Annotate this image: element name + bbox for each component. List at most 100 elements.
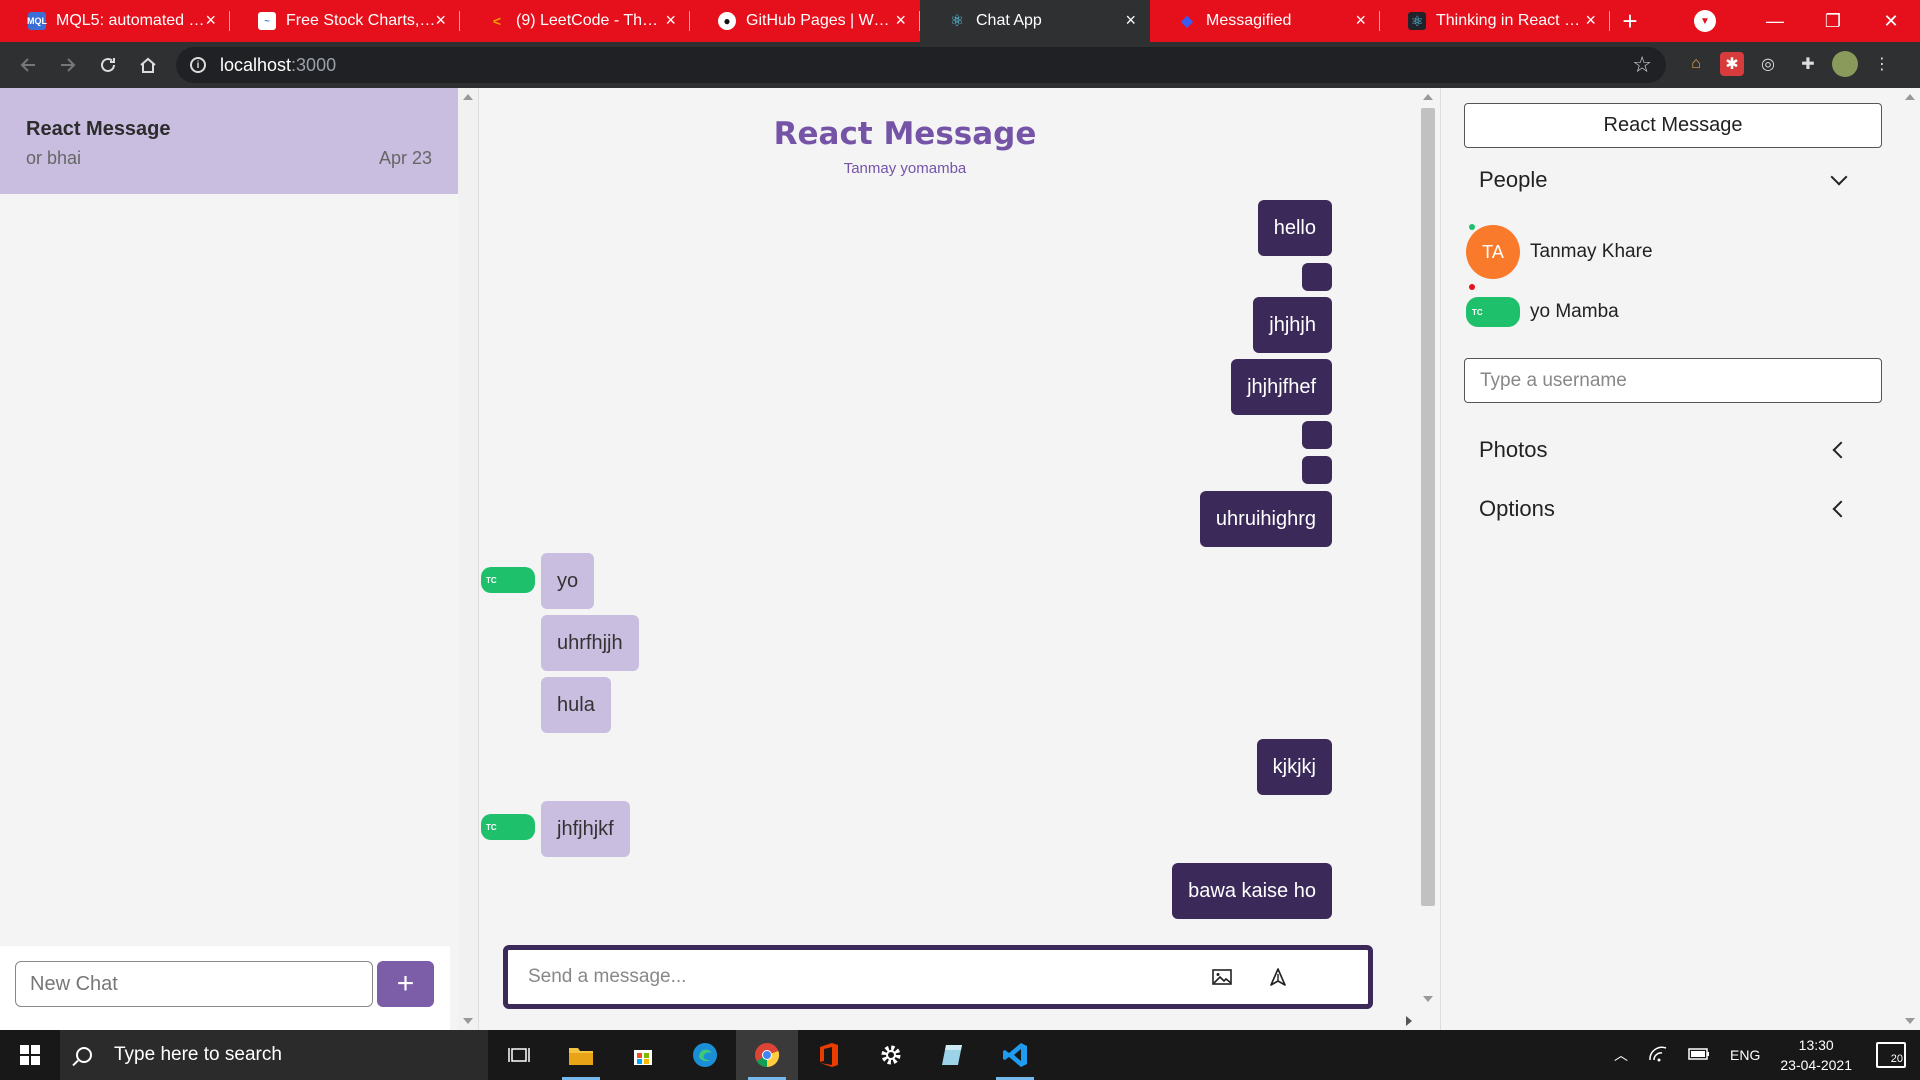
tab-stock-charts[interactable]: ~ Free Stock Charts, Stock Quotes ×	[230, 0, 460, 42]
message-bubble-mine: jhjhjfhef	[1231, 359, 1332, 415]
tab-leetcode[interactable]: < (9) LeetCode - The World's Leading ×	[460, 0, 690, 42]
chevron-up-icon[interactable]: ︿	[1614, 1045, 1628, 1065]
react-favicon-icon: ⚛	[1408, 12, 1426, 30]
chevron-left-icon[interactable]	[1832, 441, 1850, 459]
message-form	[503, 945, 1373, 1009]
office-icon[interactable]	[798, 1030, 860, 1080]
new-chat-input[interactable]	[15, 961, 373, 1007]
tab-github-pages[interactable]: ● GitHub Pages | Websites ×	[690, 0, 920, 42]
react-favicon-icon: ⚛	[949, 13, 965, 30]
message-bubble-mine: hello	[1257, 200, 1332, 256]
settings-scrollbar[interactable]	[1900, 88, 1920, 1030]
scroll-down-icon[interactable]	[463, 1018, 473, 1024]
vscode-icon[interactable]	[984, 1030, 1046, 1080]
clock[interactable]: 13:30 23-04-2021	[1780, 1035, 1852, 1075]
tab-messagified[interactable]: ◆ Messagified ×	[1150, 0, 1380, 42]
github-favicon-icon: ●	[718, 12, 736, 30]
chat-feed-scrollbar[interactable]	[1417, 88, 1439, 1030]
puzzle-extensions-icon[interactable]: ✚	[1792, 48, 1824, 80]
scroll-down-icon[interactable]	[1423, 996, 1433, 1002]
windows-start-icon[interactable]	[0, 1030, 60, 1080]
close-icon[interactable]: ×	[435, 11, 446, 29]
restore-icon[interactable]: ❐	[1804, 11, 1862, 32]
send-icon[interactable]	[1264, 963, 1292, 991]
settings-gear-icon[interactable]	[860, 1030, 922, 1080]
tab-separator	[1609, 11, 1610, 31]
task-view-icon[interactable]	[488, 1030, 550, 1080]
target-extension-icon[interactable]: ◎	[1752, 48, 1784, 80]
message-bubble-mine: kjkjkj	[1256, 739, 1332, 795]
scroll-up-icon[interactable]	[1423, 94, 1433, 100]
kebab-menu-icon[interactable]: ⋮	[1866, 48, 1898, 80]
scrollbar-thumb[interactable]	[1421, 108, 1435, 906]
url-text: localhost:3000	[220, 55, 336, 76]
tab-search-icon[interactable]: ▼	[1694, 10, 1716, 32]
home-icon[interactable]	[128, 45, 168, 85]
file-explorer-icon[interactable]	[550, 1030, 612, 1080]
wifi-icon[interactable]	[1648, 1046, 1668, 1065]
clock-date: 23-04-2021	[1780, 1057, 1852, 1073]
reload-icon[interactable]	[88, 45, 128, 85]
image-upload-icon[interactable]	[1208, 963, 1236, 991]
new-chat-form: +	[0, 946, 450, 1030]
taskbar-search[interactable]: Type here to search	[60, 1030, 488, 1080]
chat-card[interactable]: React Message or bhai Apr 23	[0, 88, 458, 194]
people-section-header[interactable]: People	[1479, 160, 1851, 200]
system-tray: ︿ ENG 13:30 23-04-2021 20	[1614, 1030, 1920, 1080]
message-bubble-mine	[1302, 263, 1332, 291]
person-row[interactable]: TC yo Mamba	[1466, 284, 1619, 340]
chat-settings-title[interactable]: React Message	[1464, 103, 1882, 148]
notification-center-icon[interactable]: 20	[1876, 1042, 1906, 1068]
chevron-down-icon[interactable]	[1830, 168, 1848, 186]
browser-tab-bar: MQL MQL5: automated forex trading × ~ Fr…	[0, 0, 1920, 42]
close-icon[interactable]: ×	[205, 11, 216, 29]
options-label: Options	[1479, 496, 1555, 521]
info-icon[interactable]: i	[190, 57, 206, 73]
sticky-app-icon[interactable]	[922, 1030, 984, 1080]
new-tab-button[interactable]: +	[1610, 0, 1650, 42]
close-icon[interactable]: ×	[895, 11, 906, 29]
edge-icon[interactable]	[674, 1030, 736, 1080]
scroll-up-icon[interactable]	[1905, 94, 1915, 100]
message-bubble-mine: jhjhjh	[1253, 297, 1332, 353]
message-bubble-theirs: yo	[541, 553, 595, 609]
tab-chat-app[interactable]: ⚛ Chat App ×	[920, 0, 1150, 42]
message-bubble-theirs: hula	[541, 677, 611, 733]
close-icon[interactable]: ×	[1125, 11, 1136, 29]
options-section-header[interactable]: Options	[1479, 489, 1851, 529]
scroll-up-icon[interactable]	[463, 94, 473, 100]
forward-icon[interactable]	[48, 45, 88, 85]
minimize-icon[interactable]: —	[1746, 11, 1804, 32]
red-extension-icon[interactable]: ✱	[1720, 52, 1744, 76]
close-window-icon[interactable]: ✕	[1862, 11, 1920, 32]
close-icon[interactable]: ×	[665, 11, 676, 29]
photos-section-header[interactable]: Photos	[1479, 430, 1851, 470]
profile-avatar[interactable]	[1832, 51, 1858, 77]
search-icon	[76, 1047, 92, 1063]
chrome-icon[interactable]	[736, 1030, 798, 1080]
message-input[interactable]	[528, 962, 1148, 992]
language-indicator[interactable]: ENG	[1730, 1047, 1760, 1063]
chat-list-scrollbar[interactable]	[458, 88, 478, 1030]
battery-icon[interactable]	[1688, 1047, 1710, 1063]
tab-thinking-in-react[interactable]: ⚛ Thinking in React – React ×	[1380, 0, 1610, 42]
bookmark-star-icon[interactable]: ☆	[1632, 52, 1652, 78]
tab-mql5[interactable]: MQL MQL5: automated forex trading ×	[0, 0, 230, 42]
back-icon[interactable]	[8, 45, 48, 85]
shopping-extension-icon[interactable]: ⌂	[1680, 48, 1712, 80]
leetcode-favicon-icon: <	[492, 13, 502, 29]
person-row[interactable]: TA Tanmay Khare	[1466, 224, 1653, 280]
username-input[interactable]	[1464, 358, 1882, 403]
address-bar[interactable]: i localhost:3000 ☆	[176, 47, 1666, 83]
scroll-right-icon[interactable]	[1406, 1016, 1412, 1026]
close-icon[interactable]: ×	[1355, 11, 1366, 29]
close-icon[interactable]: ×	[1585, 11, 1596, 29]
extensions-area: ⌂ ✱ ◎ ✚ ⋮	[1680, 48, 1898, 80]
new-chat-button[interactable]: +	[377, 961, 434, 1007]
scroll-down-icon[interactable]	[1905, 1018, 1915, 1024]
person-name: yo Mamba	[1530, 301, 1619, 322]
microsoft-store-icon[interactable]	[612, 1030, 674, 1080]
chevron-left-icon[interactable]	[1832, 500, 1850, 518]
tab-title: GitHub Pages | Websites	[746, 12, 896, 29]
mql5-favicon-icon: MQL	[27, 12, 47, 30]
